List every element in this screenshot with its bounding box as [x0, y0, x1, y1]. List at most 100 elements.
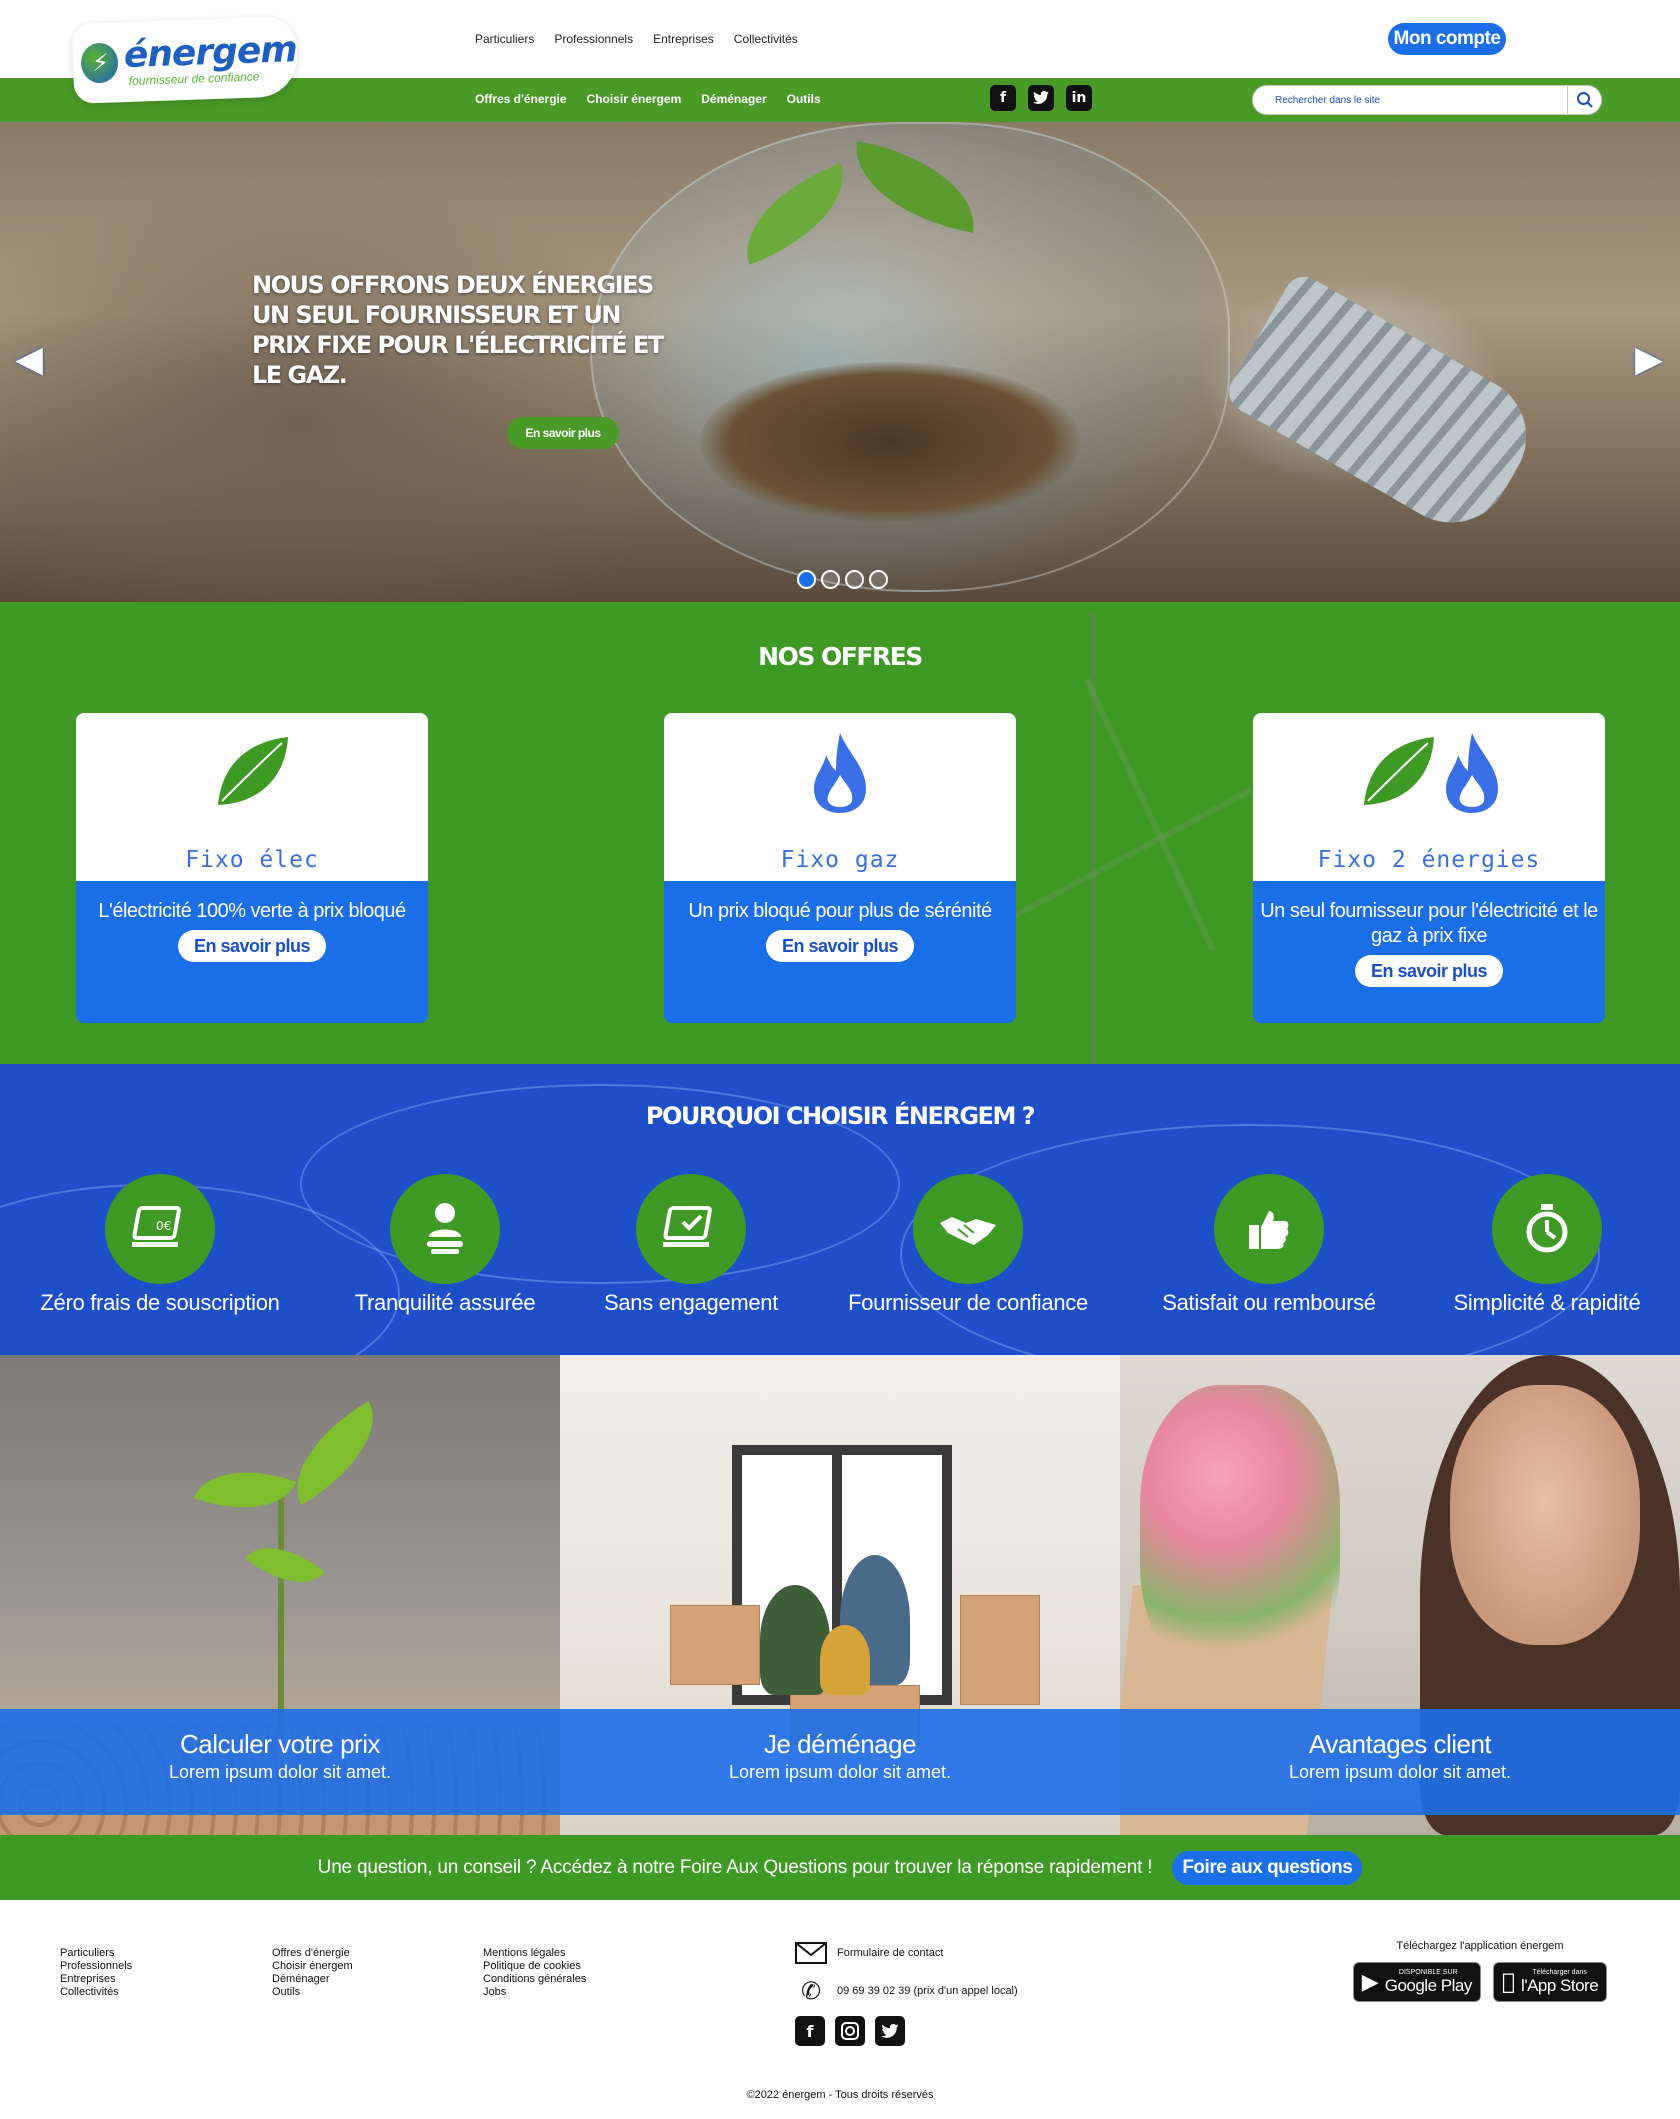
search-button[interactable]	[1567, 86, 1601, 114]
offer-card-elec: Fixo élec L'électricité 100% verte à pri…	[76, 713, 428, 1023]
tile-image-bouquet	[1140, 1385, 1340, 1685]
why-item: Fournisseur de confiance	[828, 1174, 1108, 1316]
logo-name: énergem	[123, 29, 298, 77]
slider-dots	[797, 570, 888, 589]
offer-description: L'électricité 100% verte à prix bloqué	[98, 900, 406, 922]
footer-link[interactable]: Particuliers	[60, 1947, 132, 1960]
slider-dot-2[interactable]	[821, 570, 840, 589]
offer-more-button[interactable]: En savoir plus	[1355, 955, 1503, 987]
nav-collectivites[interactable]: Collectivités	[734, 32, 798, 46]
tile-benefits[interactable]: Avantages client Lorem ipsum dolor sit a…	[1120, 1355, 1680, 1835]
why-item: Tranquilité assurée	[305, 1174, 585, 1316]
faq-button[interactable]: Foire aux questions	[1172, 1850, 1363, 1885]
main-nav: Offres d'énergie Choisir énergem Déménag…	[475, 92, 821, 106]
google-play-icon: ▶	[1361, 1969, 1379, 1995]
tile-image-face	[1450, 1385, 1640, 1645]
laptop-check-icon	[636, 1174, 746, 1284]
footer-link[interactable]: Politique de cookies	[483, 1960, 586, 1973]
why-label: Simplicité & rapidité	[1453, 1290, 1641, 1315]
tile-moving[interactable]: Je déménage Lorem ipsum dolor sit amet.	[560, 1355, 1120, 1835]
why-item: Satisfait ou remboursé	[1129, 1174, 1409, 1316]
slider-prev-arrow-icon[interactable]: ◀	[15, 337, 43, 381]
contact-form-label: Formulaire de contact	[837, 1947, 944, 1959]
phone-icon: ✆	[800, 1977, 822, 2005]
copyright: ©2022 énergem - Tous droits réservés	[0, 2085, 1680, 2119]
background-wind-turbine	[1090, 612, 1096, 1064]
person-relax-icon	[390, 1174, 500, 1284]
footer-link[interactable]: Outils	[272, 1986, 353, 1999]
footer-link[interactable]: Choisir énergem	[272, 1960, 353, 1973]
why-label: Zéro frais de souscription	[40, 1290, 280, 1315]
nav-entreprises[interactable]: Entreprises	[653, 32, 714, 46]
linkedin-icon[interactable]: in	[1066, 85, 1092, 111]
slider-dot-1[interactable]	[797, 570, 816, 589]
hero-image-socket	[1221, 269, 1549, 545]
flame-icon	[814, 733, 866, 813]
tile-image-box	[960, 1595, 1040, 1705]
search-box	[1252, 85, 1602, 115]
offer-name: Fixo élec	[185, 847, 319, 873]
app-downloads: Téléchargez l'application énergem ▶ DISP…	[1330, 1940, 1630, 2002]
google-play-button[interactable]: ▶ DISPONIBLE SUR Google Play	[1352, 1962, 1481, 2002]
hero-cta-button[interactable]: En savoir plus	[507, 417, 619, 449]
tile-image-person	[820, 1625, 870, 1695]
nav-outils[interactable]: Outils	[787, 92, 821, 106]
tile-title: Calculer votre prix	[179, 1729, 381, 1759]
tile-price[interactable]: Calculer votre prix Lorem ipsum dolor si…	[0, 1355, 560, 1835]
logo[interactable]: énergem fournisseur de confiance	[71, 16, 299, 104]
tile-subtitle: Lorem ipsum dolor sit amet.	[168, 1762, 392, 1782]
account-button[interactable]: Mon compte	[1388, 23, 1506, 55]
faq-bar: Une question, un conseil ? Accédez à not…	[0, 1835, 1680, 1900]
nav-choisir[interactable]: Choisir énergem	[587, 92, 682, 106]
why-item: Simplicité & rapidité	[1407, 1174, 1680, 1316]
app-store-button[interactable]:  Télécharger dans l'App Store	[1492, 1962, 1608, 2002]
app-store-large: l'App Store	[1514, 1976, 1599, 1995]
nav-particuliers[interactable]: Particuliers	[475, 32, 534, 46]
flame-icon	[1446, 733, 1498, 813]
envelope-icon	[795, 1940, 827, 1966]
tile-subtitle: Lorem ipsum dolor sit amet.	[728, 1762, 952, 1782]
footer-col-nav: Offres d'énergie Choisir énergem Déménag…	[272, 1947, 353, 1999]
slider-dot-4[interactable]	[869, 570, 888, 589]
footer-link[interactable]: Offres d'énergie	[272, 1947, 353, 1960]
twitter-icon[interactable]	[1028, 85, 1054, 111]
leaf-icon	[218, 737, 288, 805]
nav-demenager[interactable]: Déménager	[701, 92, 766, 106]
why-item: Sans engagement	[551, 1174, 831, 1316]
slider-next-arrow-icon[interactable]: ▶	[1635, 337, 1663, 381]
offer-card-gaz: Fixo gaz Un prix bloqué pour plus de sér…	[664, 713, 1016, 1023]
nav-professionnels[interactable]: Professionnels	[554, 32, 633, 46]
footer-link[interactable]: Professionnels	[60, 1960, 132, 1973]
leaf-icon	[1364, 737, 1434, 805]
instagram-icon[interactable]	[835, 2016, 865, 2046]
offer-more-button[interactable]: En savoir plus	[178, 930, 326, 962]
hero-title: NOUS OFFRONS DEUX ÉNERGIES UN SEUL FOURN…	[252, 271, 664, 389]
tile-title: Avantages client	[1308, 1729, 1492, 1759]
why-label: Sans engagement	[603, 1290, 779, 1315]
contact-form-link[interactable]: Formulaire de contact	[795, 1940, 1018, 1966]
search-input[interactable]	[1253, 94, 1567, 106]
slider-dot-3[interactable]	[845, 570, 864, 589]
offer-card-dual: Fixo 2 énergies Un seul fournisseur pour…	[1253, 713, 1605, 1023]
footer-link[interactable]: Conditions générales	[483, 1973, 586, 1986]
facebook-icon[interactable]: f	[795, 2016, 825, 2046]
facebook-icon[interactable]: f	[990, 85, 1016, 111]
phone-link[interactable]: ✆ 09 69 39 02 39 (prix d'un appel local)	[795, 1977, 1018, 2005]
twitter-icon[interactable]	[875, 2016, 905, 2046]
offers-title: NOS OFFRES	[758, 642, 923, 671]
faq-text: Une question, un conseil ? Accédez à not…	[317, 1856, 1153, 1878]
footer-link[interactable]: Déménager	[272, 1973, 353, 1986]
tile-subtitle: Lorem ipsum dolor sit amet.	[1288, 1762, 1512, 1782]
footer-link[interactable]: Mentions légales	[483, 1947, 586, 1960]
feature-tiles: Calculer votre prix Lorem ipsum dolor si…	[0, 1355, 1680, 1835]
top-header: énergem fournisseur de confiance Particu…	[0, 0, 1680, 104]
footer-link[interactable]: Collectivités	[60, 1986, 132, 1999]
offer-more-button[interactable]: En savoir plus	[766, 930, 914, 962]
hero-slider: NOUS OFFRONS DEUX ÉNERGIES UN SEUL FOURN…	[0, 122, 1680, 602]
footer-link[interactable]: Jobs	[483, 1986, 586, 1999]
offer-description: Un prix bloqué pour plus de sérénité	[688, 900, 992, 922]
why-title: POURQUOI CHOISIR ÉNERGEM ?	[645, 1102, 1036, 1130]
footer-link[interactable]: Entreprises	[60, 1973, 132, 1986]
nav-offres[interactable]: Offres d'énergie	[475, 92, 567, 106]
laptop-euro-icon: 0€	[105, 1174, 215, 1284]
